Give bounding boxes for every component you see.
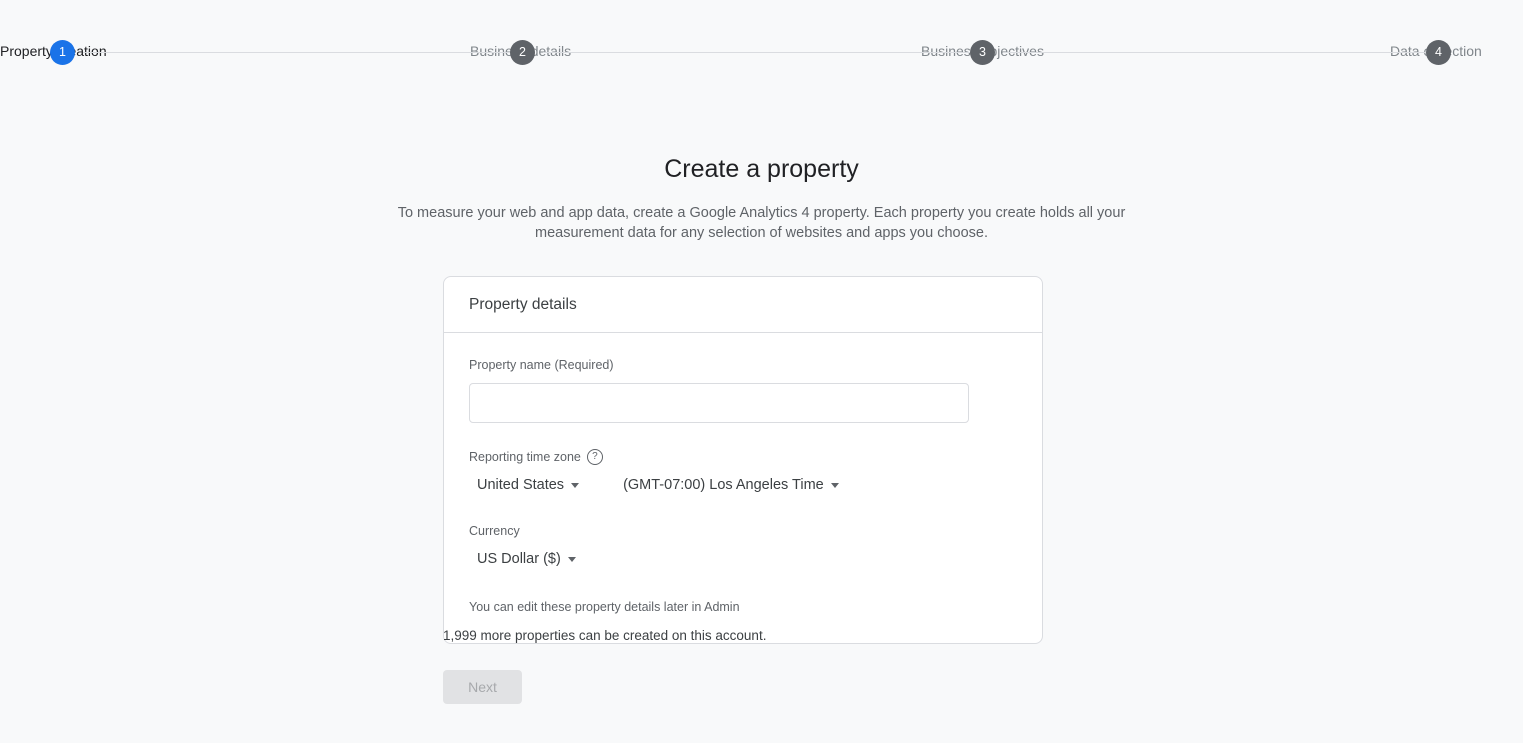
step-number-badge-1: 1 [50,40,75,65]
help-circle-icon[interactable] [586,449,603,465]
step-number-badge-2: 2 [510,40,535,65]
chevron-down-icon [567,556,576,562]
stepper-step-business-objectives[interactable]: 3 [970,40,995,65]
timezone-zone-value: (GMT-07:00) Los Angeles Time [623,477,824,493]
stepper-connector-1-2 [83,52,510,53]
timezone-country-select[interactable]: United States [469,473,587,497]
card-header-title: Property details [444,277,1042,333]
time-zone-row: United States (GMT-07:00) Los Angeles Ti… [469,473,1017,497]
stepper-connector-3-4 [1003,52,1426,53]
chevron-down-icon [830,482,839,488]
currency-label: Currency [469,523,1017,539]
chevron-down-icon [571,482,580,488]
property-quota-text: 1,999 more properties can be created on … [443,628,767,643]
page-title: Create a property [664,155,859,183]
currency-label-text: Currency [469,524,520,538]
timezone-zone-select[interactable]: (GMT-07:00) Los Angeles Time [615,473,847,497]
reporting-time-zone-label: Reporting time zone [469,449,1017,465]
property-name-label-text: Property name (Required) [469,358,614,372]
property-name-label: Property name (Required) [469,357,1017,373]
stepper-step-property-creation[interactable]: 1 [50,40,75,65]
currency-value: US Dollar ($) [477,551,561,567]
stepper-step-data-collection[interactable]: 4 [1426,40,1451,65]
stepper-connector-2-3 [543,52,970,53]
step-number-badge-4: 4 [1426,40,1451,65]
stepper-step-business-details[interactable]: 2 [510,40,535,65]
card-footer-note: You can edit these property details late… [469,600,740,614]
timezone-country-value: United States [477,477,565,493]
step-number-badge-3: 3 [970,40,995,65]
page-description: To measure your web and app data, create… [397,205,1126,241]
next-button[interactable]: Next [443,670,522,704]
currency-row: US Dollar ($) [469,547,1017,571]
property-details-card: Property details Property name (Required… [443,276,1043,644]
card-body: Property name (Required) Reporting time … [444,333,1042,643]
property-name-input[interactable] [469,383,969,423]
reporting-time-zone-label-text: Reporting time zone [469,450,581,464]
currency-select[interactable]: US Dollar ($) [469,547,584,571]
progress-stepper: 1 Property creation 2 Business details 3… [0,0,1523,110]
